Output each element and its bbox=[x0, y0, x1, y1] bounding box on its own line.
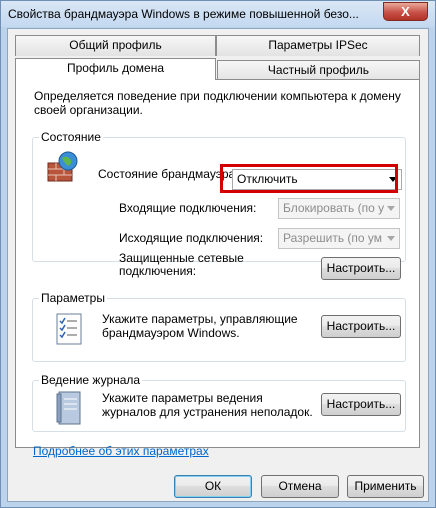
ok-button[interactable]: ОК bbox=[174, 475, 252, 498]
chevron-down-icon bbox=[387, 206, 395, 211]
highlight-box bbox=[220, 164, 398, 193]
tab-domain-profile[interactable]: Профиль домена bbox=[15, 58, 216, 80]
configure-protected-button[interactable]: Настроить... bbox=[321, 257, 401, 280]
state-group-title: Состояние bbox=[39, 130, 103, 144]
profile-description: Определяется поведение при подключении к… bbox=[34, 89, 401, 117]
configure-settings-button[interactable]: Настроить... bbox=[321, 315, 401, 338]
logging-description: Укажите параметры ведения журналов для у… bbox=[102, 391, 313, 419]
firewall-icon bbox=[47, 151, 78, 182]
tab-general-profile[interactable]: Общий профиль bbox=[15, 35, 216, 56]
settings-description: Укажите параметры, управляющие брандмауэ… bbox=[102, 312, 298, 340]
logging-group-title: Ведение журнала bbox=[39, 373, 143, 387]
window-title: Свойства брандмауэра Windows в режиме по… bbox=[8, 7, 359, 21]
inbound-label: Входящие подключения: bbox=[119, 201, 257, 215]
tab-ipsec-settings[interactable]: Параметры IPSec bbox=[216, 35, 420, 56]
tab-private-profile[interactable]: Частный профиль bbox=[217, 60, 420, 81]
properties-window: Свойства брандмауэра Windows в режиме по… bbox=[0, 0, 436, 508]
close-button[interactable]: X bbox=[383, 2, 428, 21]
dialog-client-area: Общий профиль Параметры IPSec Профиль до… bbox=[7, 28, 429, 502]
cancel-button[interactable]: Отмена bbox=[261, 475, 339, 498]
title-bar[interactable]: Свойства брандмауэра Windows в режиме по… bbox=[1, 1, 435, 27]
protected-connections-label: Защищенные сетевые подключения: bbox=[119, 251, 244, 278]
outbound-dropdown[interactable]: Разрешить (по ум bbox=[278, 228, 400, 249]
inbound-value: Блокировать (по у bbox=[283, 201, 385, 215]
log-notebook-icon bbox=[56, 391, 81, 425]
settings-group-title: Параметры bbox=[39, 291, 107, 305]
domain-profile-panel: Определяется поведение при подключении к… bbox=[15, 79, 420, 448]
chevron-down-icon bbox=[387, 236, 395, 241]
checklist-icon bbox=[56, 313, 82, 345]
outbound-label: Исходящие подключения: bbox=[119, 231, 264, 245]
outbound-value: Разрешить (по ум bbox=[283, 231, 383, 245]
learn-more-link[interactable]: Подробнее об этих параметрах bbox=[33, 444, 209, 458]
firewall-state-label: Состояние брандмауэра: bbox=[98, 167, 239, 181]
configure-logging-button[interactable]: Настроить... bbox=[321, 393, 401, 416]
inbound-dropdown[interactable]: Блокировать (по у bbox=[278, 198, 400, 219]
apply-button[interactable]: Применить bbox=[347, 475, 424, 498]
